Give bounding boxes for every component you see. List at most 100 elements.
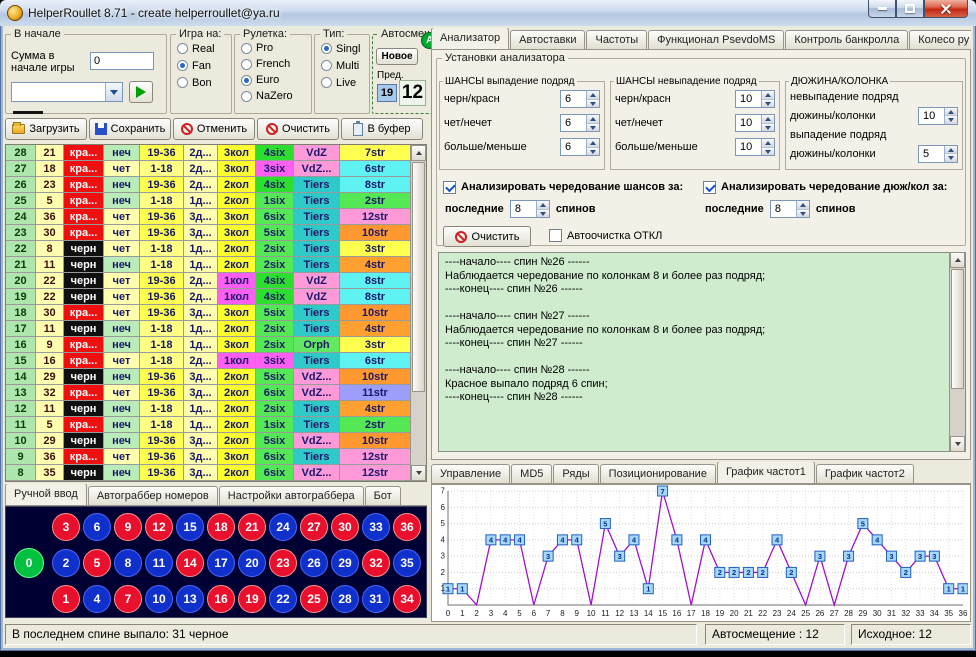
pad-number-19[interactable]: 19 (238, 585, 266, 613)
radio-option-fan[interactable]: Fan (171, 57, 231, 74)
input-tab-0[interactable]: Ручной ввод (5, 484, 87, 505)
pad-number-8[interactable]: 8 (114, 549, 142, 577)
value-spinner[interactable]: 6 (560, 138, 600, 156)
value-spinner[interactable]: 10 (735, 138, 775, 156)
spin-row[interactable]: 1029черннеч19-363д...2кол5sixVdZ...10str (6, 433, 410, 449)
value-spinner[interactable]: 6 (560, 114, 600, 132)
pad-number-21[interactable]: 21 (238, 513, 266, 541)
analyzer-tab-5[interactable]: Колесо ру (909, 30, 971, 49)
pad-number-25[interactable]: 25 (300, 585, 328, 613)
alternation-checkbox[interactable] (443, 181, 456, 194)
pad-number-18[interactable]: 18 (207, 513, 235, 541)
pad-number-13[interactable]: 13 (176, 585, 204, 613)
spinner-up-button[interactable] (797, 201, 809, 210)
spin-row[interactable]: 2111черннеч1-181д...2кол2sixTiers4str (6, 257, 410, 273)
pad-number-30[interactable]: 30 (331, 513, 359, 541)
spin-row[interactable]: 2718кра...чет1-182д...3кол3sixVdZ...6str (6, 161, 410, 177)
spin-row[interactable]: 1211черннеч1-181д...2кол2sixTiers4str (6, 401, 410, 417)
radio-option-french[interactable]: French (235, 56, 311, 72)
analyzer-tab-2[interactable]: Частоты (586, 30, 647, 49)
spin-row[interactable]: 2022чернчет19-362д...1кол4sixVdZ8str (6, 273, 410, 289)
analyzer-tab-3[interactable]: Функционал PsevdoMS (648, 30, 784, 49)
pad-number-15[interactable]: 15 (176, 513, 204, 541)
analyzer-tab-0[interactable]: Анализатор (431, 28, 509, 49)
table-scrollbar[interactable] (410, 145, 426, 481)
spinner-down-button[interactable] (762, 100, 774, 108)
spin-row[interactable]: 1830кра...чет19-363д...3кол5sixTiers10st… (6, 305, 410, 321)
log-scrollbar[interactable] (949, 252, 965, 452)
analyzer-clear-button[interactable]: Очистить (443, 226, 531, 247)
pad-number-16[interactable]: 16 (207, 585, 235, 613)
spinner-down-button[interactable] (762, 148, 774, 156)
spinner-up-button[interactable] (587, 91, 599, 100)
pad-number-11[interactable]: 11 (145, 549, 173, 577)
radio-option-live[interactable]: Live (315, 74, 369, 91)
spinner-down-button[interactable] (945, 116, 957, 124)
spinner-down-button[interactable] (587, 100, 599, 108)
new-autoshift-button[interactable]: Новое (376, 48, 418, 65)
analyzer-tab-1[interactable]: Автоставки (510, 30, 585, 49)
scroll-up-button[interactable] (411, 145, 426, 161)
value-spinner[interactable]: 5 (918, 145, 958, 163)
pad-number-7[interactable]: 7 (114, 585, 142, 613)
load-button[interactable]: Загрузить (5, 118, 87, 140)
pad-number-2[interactable]: 2 (52, 549, 80, 577)
freq-tab-1[interactable]: MD5 (511, 464, 552, 483)
spin-row[interactable]: 1516кра...чет1-182д...1кол3sixTiers6str (6, 353, 410, 369)
spin-row[interactable]: 1429черннеч19-363д...2кол5sixVdZ...10str (6, 369, 410, 385)
spinner-down-button[interactable] (945, 154, 957, 162)
spin-row[interactable]: 936кра...чет19-363д...3кол6sixTiers12str (6, 449, 410, 465)
spinner-up-button[interactable] (762, 139, 774, 148)
spin-row[interactable]: 1711черннеч1-181д...2кол2sixTiers4str (6, 321, 410, 337)
pad-number-0[interactable]: 0 (14, 548, 44, 578)
pad-number-22[interactable]: 22 (269, 585, 297, 613)
history-combobox[interactable] (11, 82, 123, 102)
pad-number-10[interactable]: 10 (145, 585, 173, 613)
spinner-up-button[interactable] (537, 201, 549, 210)
freq-tab-0[interactable]: Управление (431, 464, 510, 483)
radio-option-bon[interactable]: Bon (171, 74, 231, 91)
close-button[interactable] (924, 0, 968, 18)
undo-button[interactable]: Отменить (173, 118, 255, 140)
value-spinner[interactable]: 10 (735, 114, 775, 132)
scrollbar-thumb[interactable] (412, 162, 425, 392)
spin-row[interactable]: 1922чернчет19-362д...1кол4sixVdZ8str (6, 289, 410, 305)
radio-option-real[interactable]: Real (171, 40, 231, 57)
pad-number-33[interactable]: 33 (362, 513, 390, 541)
pad-number-12[interactable]: 12 (145, 513, 173, 541)
spinner-down-button[interactable] (797, 210, 809, 218)
spin-row[interactable]: 835черннеч19-363д...2кол6sixVdZ...12str (6, 465, 410, 481)
analyzer-log[interactable]: ----начало---- спин №26 ------ Наблюдает… (438, 252, 966, 452)
pad-number-17[interactable]: 17 (207, 549, 235, 577)
pad-number-34[interactable]: 34 (393, 585, 421, 613)
pad-number-14[interactable]: 14 (176, 549, 204, 577)
save-button[interactable]: Сохранить (89, 118, 171, 140)
pad-number-23[interactable]: 23 (269, 549, 297, 577)
maximize-button[interactable] (896, 0, 924, 18)
value-spinner[interactable]: 10 (735, 90, 775, 108)
pad-number-29[interactable]: 29 (331, 549, 359, 577)
pad-number-4[interactable]: 4 (83, 585, 111, 613)
analyzer-tab-4[interactable]: Контроль банкролла (785, 30, 908, 49)
input-tab-2[interactable]: Настройки автограббера (219, 486, 364, 505)
spin-row[interactable]: 169кра...неч1-181д...3кол2sixOrph3str (6, 337, 410, 353)
pad-number-26[interactable]: 26 (300, 549, 328, 577)
scroll-down-button[interactable] (950, 436, 965, 452)
pad-number-35[interactable]: 35 (393, 549, 421, 577)
freq-tab-3[interactable]: Позиционирование (600, 464, 716, 483)
pad-number-27[interactable]: 27 (300, 513, 328, 541)
pad-number-5[interactable]: 5 (83, 549, 111, 577)
combobox-dropdown-button[interactable] (105, 83, 122, 101)
value-spinner[interactable]: 10 (918, 107, 958, 125)
pad-number-32[interactable]: 32 (362, 549, 390, 577)
input-tab-3[interactable]: Бот (365, 486, 401, 505)
radio-option-multi[interactable]: Multi (315, 57, 369, 74)
alternation-checkbox[interactable] (703, 181, 716, 194)
value-spinner[interactable]: 6 (560, 90, 600, 108)
titlebar[interactable]: HelperRoullet 8.71 - create helperroulle… (0, 0, 976, 26)
spin-row[interactable]: 115кра...неч1-181д...2кол1sixTiers2str (6, 417, 410, 433)
copy-buffer-button[interactable]: В буфер (341, 118, 423, 140)
pad-number-6[interactable]: 6 (83, 513, 111, 541)
minimize-button[interactable] (868, 0, 896, 18)
pad-number-20[interactable]: 20 (238, 549, 266, 577)
